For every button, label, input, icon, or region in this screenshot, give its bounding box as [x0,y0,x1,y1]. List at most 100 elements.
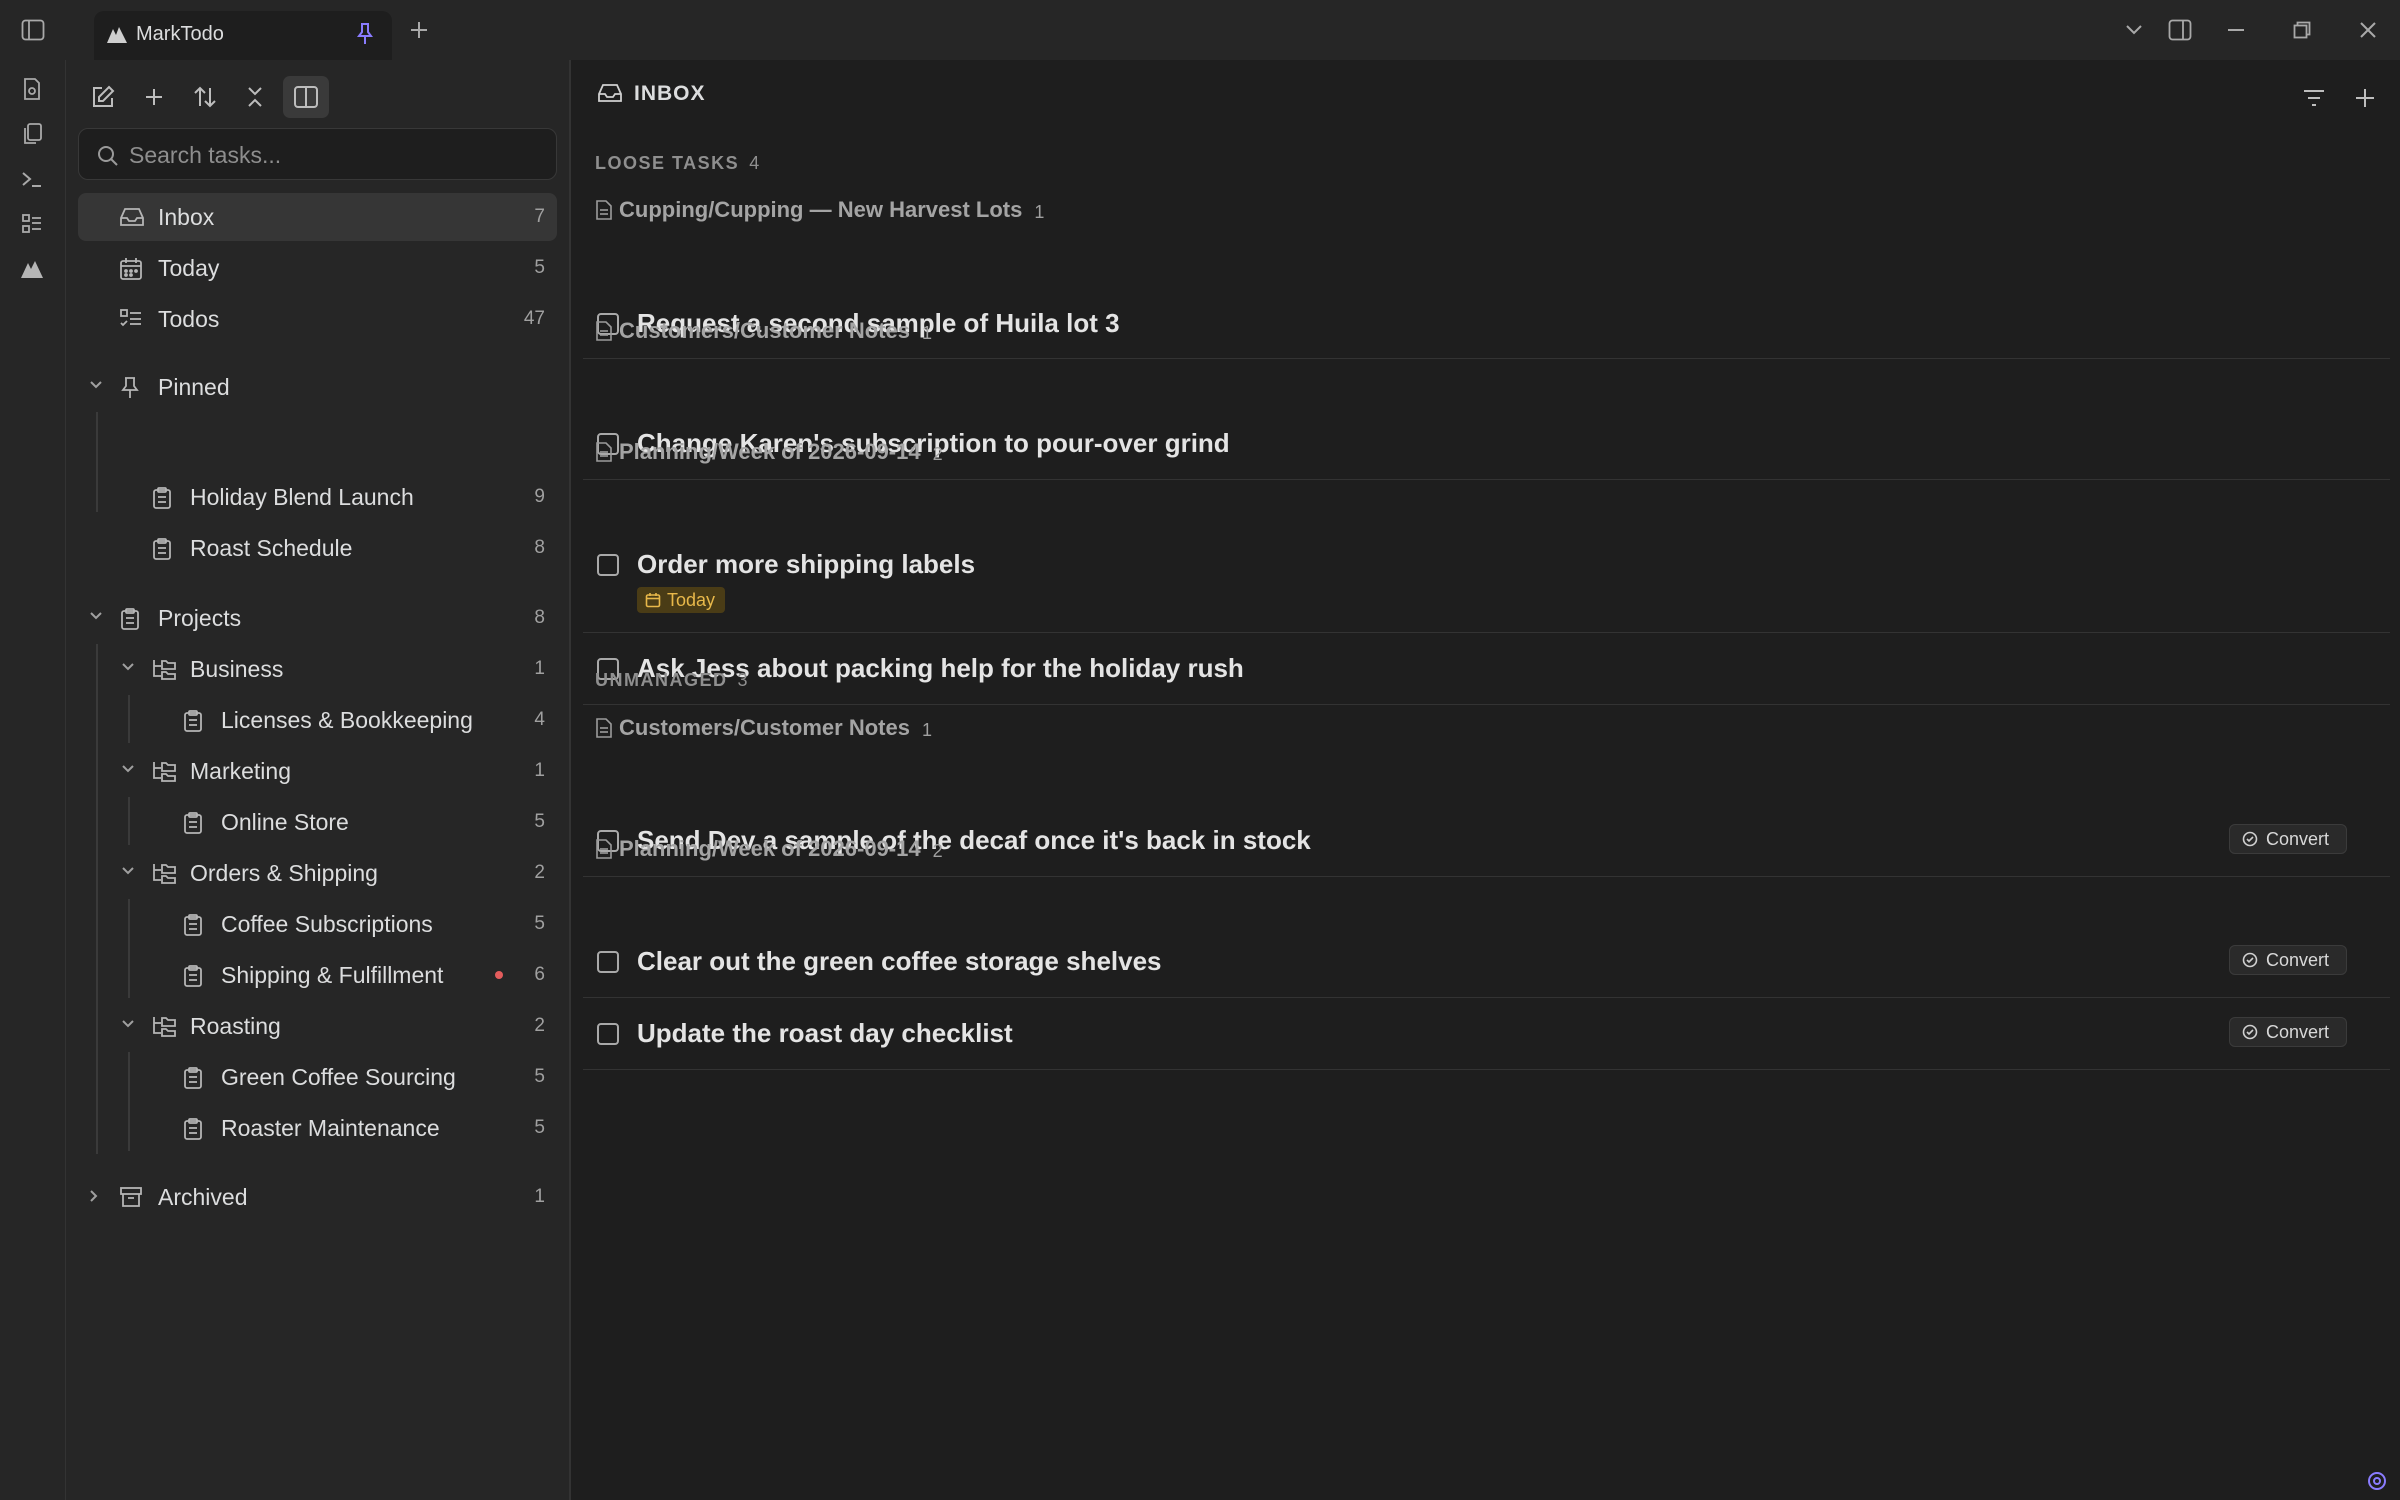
task-row[interactable]: Clear out the green coffee storage shelv… [583,877,2390,998]
convert-button[interactable]: Convert [2229,1017,2347,1047]
sidebar-group-archived[interactable]: Archived 1 [78,1173,557,1221]
section-unmanaged: UNMANAGED 3 [595,670,748,691]
folder-tree-icon [151,760,177,782]
split-view-icon[interactable] [2163,14,2197,46]
layout-toggle-icon[interactable] [283,76,329,118]
status-circle-icon[interactable] [2366,1470,2388,1492]
task-checkbox[interactable] [597,951,619,973]
clipboard-icon [182,709,204,733]
sidebar-item-label: Roasting [190,1013,281,1039]
chevron-down-icon[interactable] [120,661,136,673]
convert-button[interactable]: Convert [2229,824,2347,854]
mountain-icon[interactable] [17,254,47,284]
folder-tree-icon [151,658,177,680]
filter-icon[interactable] [2296,80,2332,116]
item-count: 5 [534,1066,545,1087]
file-header[interactable]: Planning/Week of 2026-09-14 2 [595,835,943,862]
pin-icon[interactable] [356,22,374,46]
item-count: 47 [523,308,545,329]
chevron-down-icon[interactable] [88,610,104,622]
calendar-icon [645,592,661,608]
sidebar-group-projects[interactable]: Projects 8 [78,594,557,642]
item-count: 5 [534,811,545,832]
clipboard-icon [182,964,204,988]
tab-list-chevron-icon[interactable] [2117,14,2151,46]
sidebar-toggle-icon[interactable] [16,14,50,46]
section-count: 3 [737,670,748,690]
check-circle-icon [2242,1024,2258,1040]
sidebar-item-project[interactable]: Coffee Subscriptions 5 [78,900,557,948]
item-count: 9 [534,486,545,507]
due-today-badge[interactable]: Today [637,587,726,613]
edit-icon[interactable] [80,76,126,118]
sort-icon[interactable] [182,76,228,118]
file-header[interactable]: Planning/Week of 2026-09-14 2 [595,438,943,465]
sidebar-item-project[interactable]: Roaster Maintenance 5 [78,1104,557,1152]
sidebar-item-label: Orders & Shipping [190,860,378,886]
task-text[interactable]: Clear out the green coffee storage shelv… [637,946,1162,977]
divider [583,704,2390,705]
search-input[interactable] [129,139,539,171]
file-name[interactable]: Planning/Week of 2026-09-14 [619,836,921,862]
task-text[interactable]: Order more shipping labels [637,549,975,580]
sidebar-item-label: Today [158,255,220,281]
clipboard-icon [119,607,141,631]
item-count: 6 [534,964,545,985]
sidebar-item-label: Shipping & Fulfillment [221,962,444,988]
sidebar-folder-orders-shipping[interactable]: Orders & Shipping 2 [78,849,557,897]
task-row[interactable]: Update the roast day checklist Convert [583,998,2390,1070]
sidebar-item-todos[interactable]: Todos 47 [78,295,557,343]
file-task-count: 1 [1034,202,1045,222]
collapse-all-icon[interactable] [232,76,278,118]
checklist-icon[interactable] [17,209,47,239]
task-checkbox[interactable] [597,1023,619,1045]
sidebar-item-label: Marketing [190,758,291,784]
sidebar-folder-business[interactable]: Business 1 [78,645,557,693]
chevron-right-icon[interactable] [88,1188,100,1204]
convert-button[interactable]: Convert [2229,945,2347,975]
chevron-down-icon[interactable] [120,763,136,775]
file-name[interactable]: Planning/Week of 2026-09-14 [619,439,921,465]
sidebar-folder-marketing[interactable]: Marketing 1 [78,747,557,795]
task-checkbox[interactable] [597,554,619,576]
alert-dot [495,971,503,979]
sidebar-item-pinned-project[interactable]: Holiday Blend Launch 9 [78,473,557,521]
sidebar-item-inbox[interactable]: Inbox 7 [78,193,557,241]
task-row[interactable]: Ask Jess about packing help for the holi… [583,633,2390,705]
archive-icon [119,1186,143,1208]
add-icon[interactable] [131,76,177,118]
file-header[interactable]: Customers/Customer Notes 1 [595,317,932,344]
check-circle-icon [2242,831,2258,847]
terminal-icon[interactable] [17,164,47,194]
file-task-count: 2 [932,444,943,464]
file-name[interactable]: Cupping/Cupping — New Harvest Lots [619,197,1022,223]
sidebar-item-project[interactable]: Licenses & Bookkeeping 4 [78,696,557,744]
sidebar-item-project[interactable]: Online Store 5 [78,798,557,846]
file-icon[interactable] [17,74,47,104]
sidebar-item-project[interactable]: Shipping & Fulfillment 6 [78,951,557,999]
sidebar-group-pinned[interactable]: Pinned [78,363,557,411]
chevron-down-icon[interactable] [120,1018,136,1030]
new-tab-icon[interactable] [402,14,436,46]
copy-files-icon[interactable] [17,119,47,149]
task-row[interactable]: Order more shipping labels Today [583,480,2390,633]
tab-marktodo[interactable]: MarkTodo [94,11,392,60]
file-name[interactable]: Customers/Customer Notes [619,318,910,344]
chevron-down-icon[interactable] [120,865,136,877]
file-header[interactable]: Customers/Customer Notes 1 [595,714,932,741]
sidebar-folder-roasting[interactable]: Roasting 2 [78,1002,557,1050]
sidebar-item-project[interactable]: Green Coffee Sourcing 5 [78,1053,557,1101]
sidebar-item-label: Roast Schedule [190,535,353,561]
file-name[interactable]: Customers/Customer Notes [619,715,910,741]
sidebar-item-today[interactable]: Today 5 [78,244,557,292]
convert-label: Convert [2266,949,2330,970]
task-text[interactable]: Update the roast day checklist [637,1018,1013,1049]
search-box[interactable] [78,128,557,180]
chevron-down-icon[interactable] [88,379,104,391]
file-header[interactable]: Cupping/Cupping — New Harvest Lots 1 [595,196,1044,223]
close-window-icon[interactable] [2351,14,2385,46]
minimize-icon[interactable] [2219,14,2253,46]
restore-icon[interactable] [2285,14,2319,46]
add-task-icon[interactable] [2347,80,2383,116]
sidebar-item-pinned-project[interactable]: Roast Schedule 8 [78,524,557,572]
